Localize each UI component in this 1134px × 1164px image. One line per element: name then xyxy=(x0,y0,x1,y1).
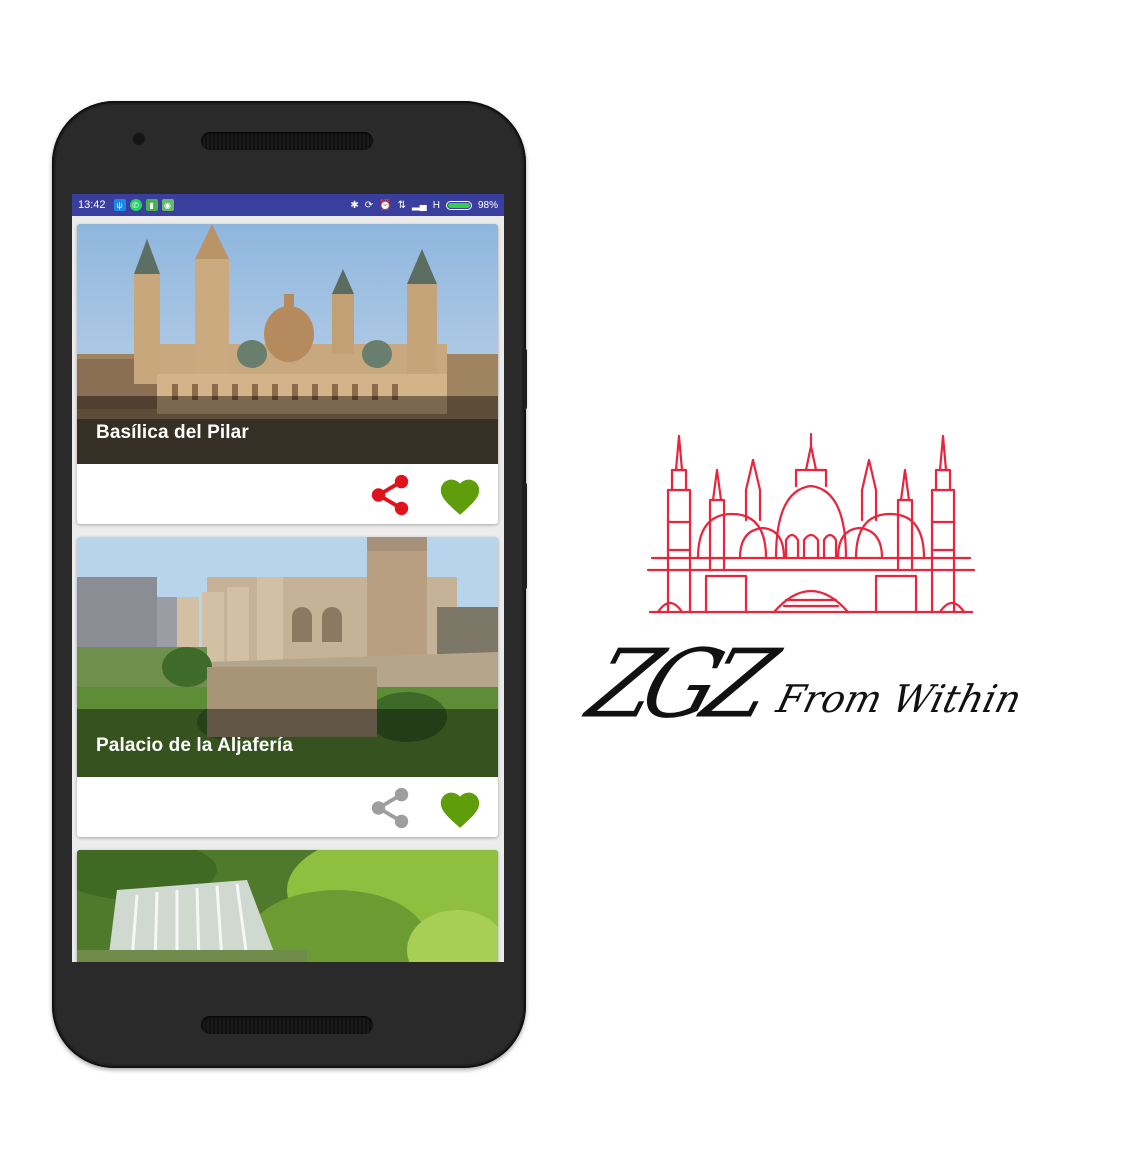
app-screen: 13:42 ψ ✆ ▮ ◉ ✱ ⟳ ⏰ ⇅ ▂▄ H 98% Basílica … xyxy=(72,194,504,962)
status-right: ✱ ⟳ ⏰ ⇅ ▂▄ H 98% xyxy=(350,200,498,211)
signal-icon: ▂▄ xyxy=(411,199,427,211)
place-card[interactable] xyxy=(77,850,498,962)
bottom-speaker xyxy=(201,1016,373,1034)
place-title: Basílica del Pilar xyxy=(96,422,249,443)
battery-percent: 98% xyxy=(477,199,498,211)
android-icon: ◉ xyxy=(161,199,174,211)
power-button xyxy=(522,348,527,410)
network-type: H xyxy=(432,199,440,211)
alarm-icon: ⏰ xyxy=(379,199,392,211)
share-icon[interactable] xyxy=(367,472,413,518)
bluetooth-icon: ✱ xyxy=(350,199,359,211)
card-actions xyxy=(77,464,498,524)
card-actions xyxy=(77,777,498,837)
place-card[interactable]: Palacio de la Aljafería xyxy=(77,537,498,837)
brand-from-within: From Within xyxy=(772,677,1026,721)
volume-button xyxy=(522,482,527,590)
data-icon: ⇅ xyxy=(397,199,406,211)
front-camera xyxy=(132,132,146,146)
usb-icon: ψ xyxy=(113,199,126,211)
sync-off-icon: ⟳ xyxy=(364,199,374,211)
heart-icon[interactable] xyxy=(437,786,483,830)
status-bar: 13:42 ψ ✆ ▮ ◉ ✱ ⟳ ⏰ ⇅ ▂▄ H 98% xyxy=(72,194,504,216)
share-icon[interactable] xyxy=(367,785,413,831)
whatsapp-icon: ✆ xyxy=(129,199,142,211)
status-time: 13:42 xyxy=(78,199,106,211)
heart-icon[interactable] xyxy=(437,473,483,517)
basilica-logo-icon xyxy=(646,432,976,614)
battery-icon xyxy=(445,200,472,210)
top-speaker xyxy=(201,132,373,150)
place-title: Palacio de la Aljafería xyxy=(96,735,293,756)
battery-saver-icon: ▮ xyxy=(145,199,158,211)
brand-zgz: ZGZ xyxy=(576,629,780,740)
brand-wordmark: ZGZ From Within xyxy=(576,629,1038,740)
waterfall-photo xyxy=(77,850,498,962)
place-photo-aljaferia[interactable]: Palacio de la Aljafería xyxy=(77,537,498,777)
place-card[interactable]: Basílica del Pilar xyxy=(77,224,498,524)
place-photo-waterfall[interactable] xyxy=(77,850,498,962)
place-photo-basilica[interactable]: Basílica del Pilar xyxy=(77,224,498,464)
